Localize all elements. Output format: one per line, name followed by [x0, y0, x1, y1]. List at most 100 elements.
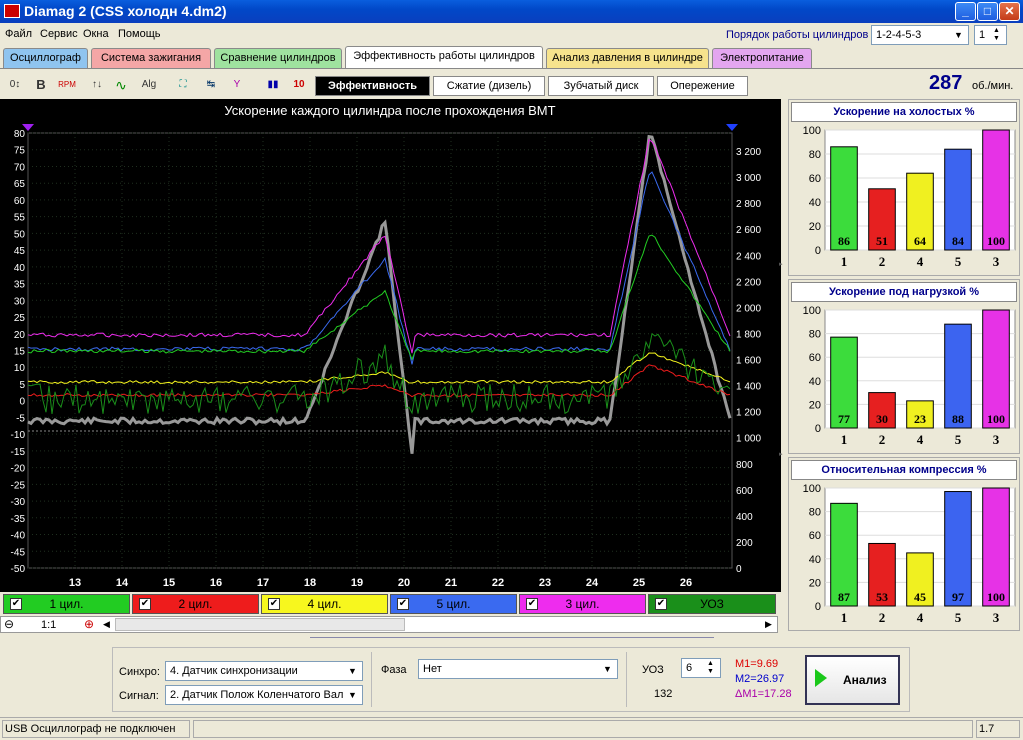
- left-tick-label: -40: [11, 531, 26, 542]
- x-tick-label: 17: [257, 577, 269, 589]
- tab-power[interactable]: Электропитание: [712, 48, 812, 68]
- phase-label: Фаза: [381, 664, 407, 676]
- fit-tool-icon[interactable]: ⛶: [172, 74, 194, 96]
- sync-select[interactable]: 4. Датчик синхронизации ▼: [165, 661, 363, 681]
- x-tick-label: 14: [116, 577, 129, 589]
- chart-title: Ускорение каждого цилиндра после прохожд…: [224, 103, 555, 118]
- scroll-right-icon[interactable]: ▶: [765, 619, 772, 630]
- legend-uoz[interactable]: ✔ УОЗ: [648, 594, 776, 614]
- window-title: Diamag 2 (CSS холодн 4.dm2): [24, 3, 227, 19]
- bar-category-label: 5: [955, 254, 962, 269]
- menu-file[interactable]: Файл: [5, 28, 32, 40]
- menu-help[interactable]: Помощь: [118, 28, 161, 40]
- offset-tool-icon[interactable]: 0↕: [4, 74, 26, 96]
- left-tick-label: 80: [14, 129, 26, 140]
- wave-tool-icon[interactable]: ∿: [110, 74, 132, 96]
- left-tick-label: 55: [14, 213, 26, 224]
- x-tick-label: 22: [492, 577, 504, 589]
- filter-tool-icon[interactable]: Y: [226, 74, 248, 96]
- subtab-advance[interactable]: Опережение: [657, 76, 748, 96]
- x-tick-label: 20: [398, 577, 410, 589]
- analyze-label: Анализ: [843, 673, 887, 687]
- subtab-compression[interactable]: Сжатие (дизель): [433, 76, 545, 96]
- rpm-tool-icon[interactable]: RPM: [56, 74, 78, 96]
- checkbox-icon[interactable]: ✔: [655, 598, 667, 610]
- right-tick-label: 800: [736, 460, 753, 471]
- bold-tool-icon[interactable]: B: [30, 74, 52, 96]
- zoom-in-icon[interactable]: ⊕: [84, 617, 94, 631]
- legend-cyl-2[interactable]: ✔ 2 цил.: [132, 594, 259, 614]
- order-tool-icon[interactable]: ↹: [200, 74, 222, 96]
- left-tick-label: -30: [11, 497, 26, 508]
- firing-order-spin[interactable]: 1 ▲ ▼: [974, 25, 1007, 45]
- left-tick-label: 60: [14, 196, 26, 207]
- right-tick-label: 1 800: [736, 329, 761, 340]
- checkbox-icon[interactable]: ✔: [268, 598, 280, 610]
- bar-y-tick: 80: [809, 507, 821, 519]
- phase-select[interactable]: Нет ▼: [418, 659, 618, 679]
- left-tick-label: 50: [14, 229, 26, 240]
- legend-label: 3 цил.: [565, 597, 600, 611]
- zoom-level: 1:1: [41, 619, 57, 631]
- bar-category-label: 4: [917, 254, 924, 269]
- left-tick-label: 65: [14, 179, 26, 190]
- firing-order-spin-value: 1: [979, 29, 986, 41]
- menu-service[interactable]: Сервис: [40, 28, 78, 40]
- tab-cylinder-compare[interactable]: Сравнение цилиндров: [214, 48, 342, 68]
- legend-cyl-3[interactable]: ✔ 3 цил.: [519, 594, 646, 614]
- bar-category-label: 1: [841, 610, 848, 625]
- checkbox-icon[interactable]: ✔: [526, 598, 538, 610]
- menu-windows[interactable]: Окна: [83, 28, 109, 40]
- ten-tool-icon[interactable]: 10: [288, 74, 310, 96]
- left-tick-label: 30: [14, 296, 26, 307]
- subtab-efficiency[interactable]: Эффективность: [315, 76, 430, 96]
- oscillogram-panel[interactable]: Ускорение каждого цилиндра после прохожд…: [0, 99, 781, 592]
- legend-cyl-1[interactable]: ✔ 1 цил.: [3, 594, 130, 614]
- x-tick-label: 25: [633, 577, 645, 589]
- x-tick-label: 15: [163, 577, 175, 589]
- left-tick-label: -5: [16, 413, 25, 424]
- scroll-left-icon[interactable]: ◀: [103, 619, 110, 630]
- divider: [371, 652, 372, 707]
- splitter-handle[interactable]: [310, 637, 714, 643]
- right-tick-label: 3 000: [736, 173, 761, 184]
- side-splitter[interactable]: ▸ ▸: [779, 260, 786, 470]
- checkbox-icon[interactable]: ✔: [397, 598, 409, 610]
- tab-oscilloscope[interactable]: Осциллограф: [3, 48, 88, 68]
- idle-acceleration-panel: Ускорение на холостых % 0 20 40 60 80 100 86 1 5…: [788, 99, 1020, 276]
- bar-5: [944, 491, 972, 607]
- spin-arrows-icon: ▲ ▼: [707, 660, 714, 675]
- left-tick-label: 40: [14, 263, 26, 274]
- checkbox-icon[interactable]: ✔: [139, 598, 151, 610]
- scroll-thumb[interactable]: [115, 618, 405, 631]
- bar-3: [982, 129, 1010, 251]
- tab-cylinder-efficiency[interactable]: Эффективность работы цилиндров: [345, 46, 543, 69]
- signal-select[interactable]: 2. Датчик Полож Коленчатого Вал ▼: [165, 685, 363, 705]
- maximize-button[interactable]: □: [977, 2, 998, 21]
- subtab-gear-disk[interactable]: Зубчатый диск: [548, 76, 654, 96]
- bar-category-label: 5: [955, 610, 962, 625]
- legend-cyl-5[interactable]: ✔ 5 цил.: [390, 594, 517, 614]
- bars-tool-icon[interactable]: ▮▮: [262, 74, 284, 96]
- firing-order-select[interactable]: 1-2-4-5-3 ▼: [871, 25, 969, 45]
- uoz-spin[interactable]: 6 ▲ ▼: [681, 658, 721, 678]
- right-tick-label: 200: [736, 538, 753, 549]
- tab-ignition[interactable]: Система зажигания: [91, 48, 211, 68]
- app-icon: [4, 4, 20, 18]
- checkbox-icon[interactable]: ✔: [10, 598, 22, 610]
- trace-cyl-5: [27, 171, 731, 365]
- legend-cyl-4[interactable]: ✔ 4 цил.: [261, 594, 388, 614]
- scale-tool-icon[interactable]: ↑↓: [86, 74, 108, 96]
- right-marker-icon[interactable]: [726, 124, 738, 131]
- close-button[interactable]: ✕: [999, 2, 1020, 21]
- analyze-button[interactable]: Анализ: [805, 655, 900, 705]
- zoom-out-icon[interactable]: ⊖: [4, 617, 14, 631]
- rpm-value: 287: [929, 72, 963, 94]
- chevron-down-icon: ▼: [954, 30, 963, 40]
- firing-order-label: Порядок работы цилиндров: [726, 29, 869, 41]
- x-tick-label: 18: [304, 577, 316, 589]
- algorithm-tool-icon[interactable]: Alg: [138, 74, 160, 96]
- minimize-button[interactable]: _: [955, 2, 976, 21]
- tab-pressure-analysis[interactable]: Анализ давления в цилиндре: [546, 48, 709, 68]
- bar-y-tick: 80: [809, 329, 821, 341]
